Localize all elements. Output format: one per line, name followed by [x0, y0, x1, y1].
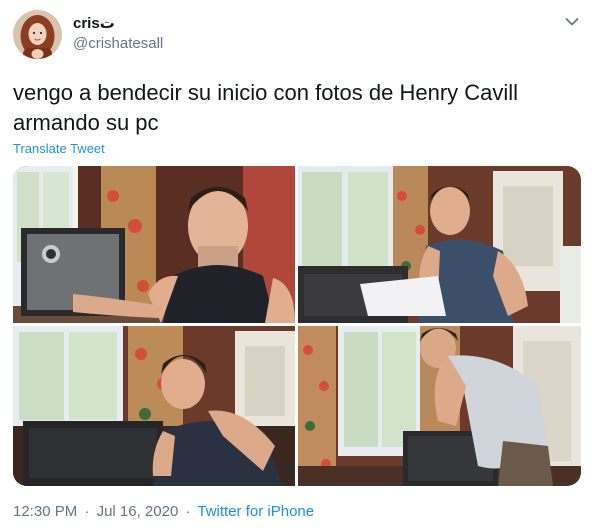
user-handle[interactable]: @crishatesall	[73, 35, 163, 53]
tweet-text: vengo a bendecir su inicio con fotos de …	[13, 80, 519, 135]
tweet: crisت @crishatesall vengo a bendecir su …	[0, 0, 592, 532]
chevron-down-icon[interactable]	[565, 17, 579, 27]
photo-3[interactable]	[13, 326, 295, 486]
display-name-text: cris	[73, 15, 100, 32]
display-name-emoji: ت	[99, 15, 115, 32]
photo-4[interactable]	[298, 326, 581, 486]
avatar[interactable]	[13, 10, 62, 59]
tweet-time[interactable]: 12:30 PM	[13, 503, 77, 520]
meta-separator: ·	[84, 503, 90, 520]
photo-1[interactable]	[13, 166, 295, 323]
media-grid	[13, 166, 581, 486]
display-name[interactable]: crisت	[73, 15, 115, 33]
meta-separator-2: ·	[185, 503, 191, 520]
tweet-source-link[interactable]: Twitter for iPhone	[197, 503, 314, 520]
tweet-date[interactable]: Jul 16, 2020	[97, 503, 179, 520]
tweet-meta: 12:30 PM · Jul 16, 2020 · Twitter for iP…	[13, 503, 314, 521]
translate-tweet-link[interactable]: Translate Tweet	[13, 141, 105, 157]
photo-2[interactable]	[298, 166, 581, 323]
